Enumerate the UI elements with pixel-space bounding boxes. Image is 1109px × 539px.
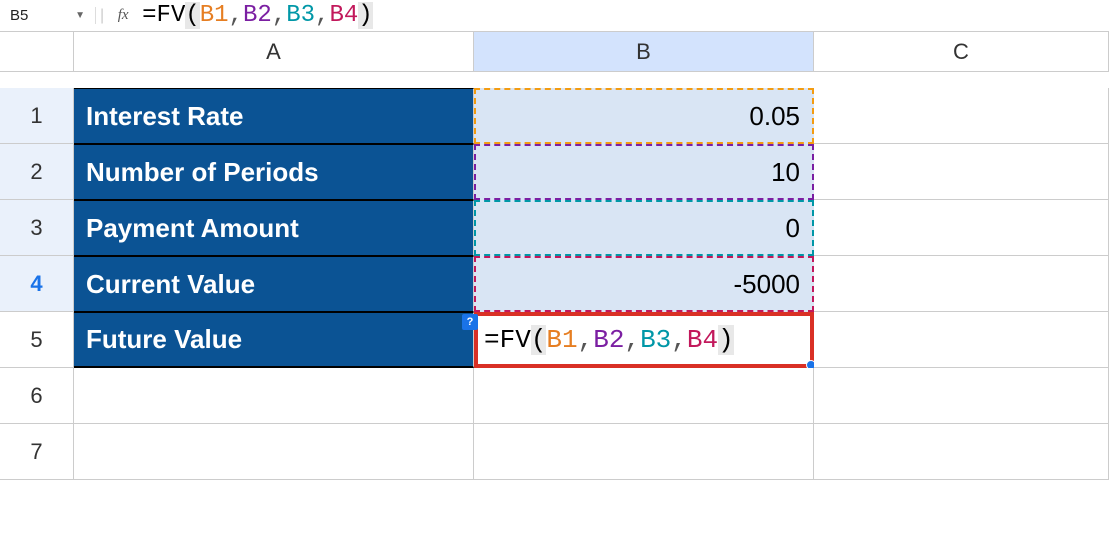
cell-c4[interactable] [814,256,1109,312]
cell-c6[interactable] [814,368,1109,424]
column-header-c[interactable]: C [814,32,1109,72]
formula-input[interactable]: =FV(B1,B2,B3,B4) [138,2,1109,29]
column-header-b[interactable]: B [474,32,814,72]
cell-a4[interactable]: Current Value [74,256,474,312]
cell-b6[interactable] [474,368,814,424]
formula-ref-3: B3 [286,2,315,29]
formula-help-icon[interactable]: ? [462,314,478,330]
comma: , [272,2,286,29]
cell-a7[interactable] [74,424,474,480]
cell-a1[interactable]: Interest Rate [74,88,474,144]
comma: , [578,325,594,355]
cell-c1[interactable] [814,88,1109,144]
formula-prefix: =FV [142,2,185,29]
cell-value: 0.05 [749,101,800,132]
select-all-corner[interactable] [0,32,74,72]
dropdown-icon[interactable]: ▼ [75,10,85,21]
cell-b3[interactable]: 0 [474,200,814,256]
cell-b5-editing[interactable]: ? =FV(B1,B2,B3,B4) [474,312,814,368]
close-paren: ) [358,2,372,29]
formula-bar: B5 ▼ | fx =FV(B1,B2,B3,B4) [0,0,1109,32]
open-paren: ( [185,2,199,29]
cell-label: Current Value [86,269,255,300]
formula-ref-2: B2 [593,325,624,355]
formula-ref-4: B4 [687,325,718,355]
cell-b4[interactable]: -5000 [474,256,814,312]
comma: , [671,325,687,355]
cell-b2[interactable]: 10 [474,144,814,200]
formula-ref-3: B3 [640,325,671,355]
row-header-6[interactable]: 6 [0,368,74,424]
cell-a2[interactable]: Number of Periods [74,144,474,200]
cell-label: Future Value [86,324,242,355]
cell-c3[interactable] [814,200,1109,256]
row-header-5[interactable]: 5 [0,312,74,368]
name-box[interactable]: B5 ▼ [0,7,96,24]
cell-value: -5000 [734,269,801,300]
cell-b1[interactable]: 0.05 [474,88,814,144]
cell-c5[interactable] [814,312,1109,368]
cell-value: 0 [786,213,800,244]
formula-prefix: =FV [484,325,531,355]
formula-ref-1: B1 [200,2,229,29]
spreadsheet-grid: A B C 1 Interest Rate 0.05 2 Number of P… [0,32,1109,480]
row-header-7[interactable]: 7 [0,424,74,480]
name-box-value: B5 [10,7,28,24]
comma: , [624,325,640,355]
cell-b7[interactable] [474,424,814,480]
editing-formula: =FV(B1,B2,B3,B4) [484,325,734,355]
row-header-1[interactable]: 1 [0,88,74,144]
cell-label: Number of Periods [86,157,319,188]
comma: , [229,2,243,29]
cell-c2[interactable] [814,144,1109,200]
cell-a3[interactable]: Payment Amount [74,200,474,256]
row-header-4[interactable]: 4 [0,256,74,312]
divider-icon: | [100,7,104,25]
cell-label: Interest Rate [86,101,244,132]
close-paren: ) [718,325,734,355]
cell-a6[interactable] [74,368,474,424]
formula-ref-2: B2 [243,2,272,29]
formula-ref-1: B1 [546,325,577,355]
column-header-a[interactable]: A [74,32,474,72]
cell-label: Payment Amount [86,213,299,244]
fx-icon[interactable]: fx [108,7,138,24]
comma: , [315,2,329,29]
open-paren: ( [531,325,547,355]
row-header-2[interactable]: 2 [0,144,74,200]
formula-ref-4: B4 [329,2,358,29]
row-header-3[interactable]: 3 [0,200,74,256]
cell-c7[interactable] [814,424,1109,480]
cell-a5[interactable]: Future Value [74,312,474,368]
cell-value: 10 [771,157,800,188]
